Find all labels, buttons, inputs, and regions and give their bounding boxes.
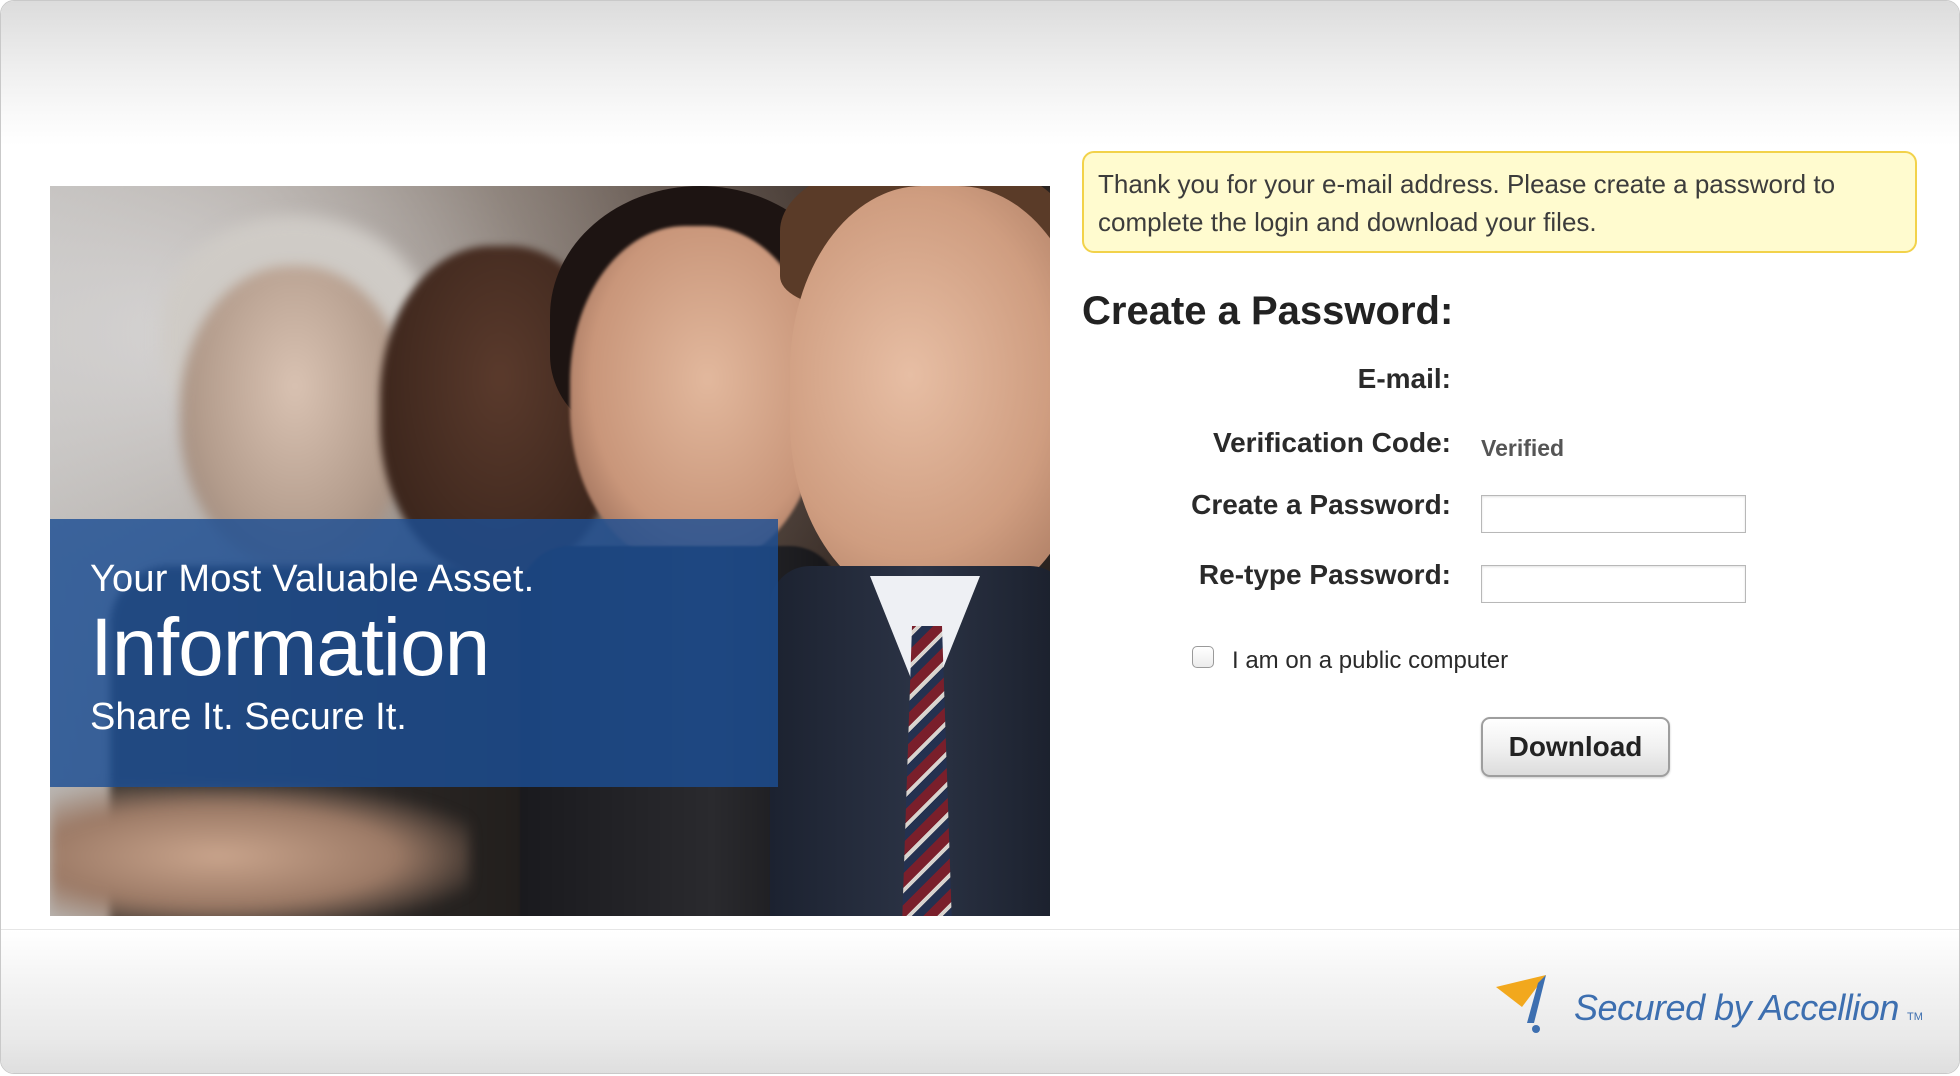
email-label: E-mail: <box>1357 363 1451 394</box>
accellion-brand: Secured by Accellion TM <box>1494 971 1934 1041</box>
retype-password-label: Re-type Password: <box>1198 559 1451 590</box>
retype-password-field[interactable] <box>1481 565 1746 603</box>
hero-image: Your Most Valuable Asset. Information Sh… <box>50 186 1050 916</box>
brand-trademark: TM <box>1907 1011 1923 1023</box>
public-computer-checkbox[interactable] <box>1192 646 1214 668</box>
hero-banner: Your Most Valuable Asset. Information Sh… <box>50 519 778 787</box>
hero-tagline: Your Most Valuable Asset. <box>90 558 535 600</box>
public-computer-label[interactable]: I am on a public computer <box>1232 647 1508 675</box>
page-title: Create a Password: <box>1082 289 1454 333</box>
verification-code-label: Verification Code: <box>1212 427 1451 458</box>
brand-text: Secured by Accellion <box>1574 987 1899 1028</box>
hero-headline: Information <box>90 602 490 693</box>
header-band <box>1 1 1959 146</box>
create-password-field[interactable] <box>1481 495 1746 533</box>
accellion-logo-icon <box>1494 971 1554 1033</box>
create-password-label: Create a Password: <box>1191 489 1451 520</box>
info-notice: Thank you for your e-mail address. Pleas… <box>1082 151 1917 253</box>
verification-status: Verified <box>1481 435 1565 461</box>
app-window: Your Most Valuable Asset. Information Sh… <box>0 0 1960 1074</box>
hero-subline: Share It. Secure It. <box>90 696 407 738</box>
download-button[interactable]: Download <box>1481 717 1670 777</box>
